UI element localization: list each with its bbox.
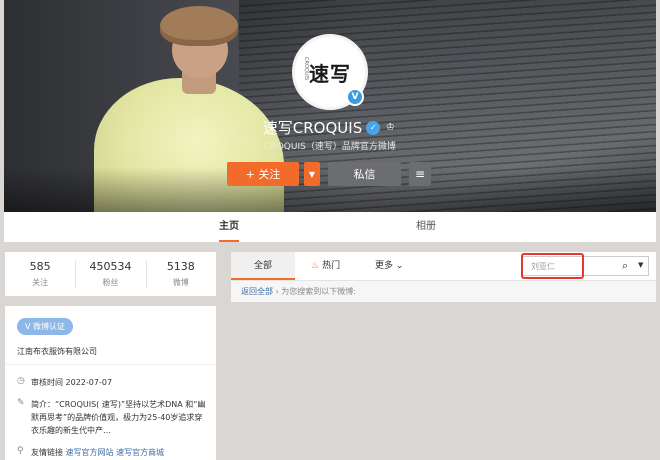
clock-icon: ◷: [17, 376, 25, 386]
stat-followers-label: 粉丝: [102, 278, 119, 287]
links-row: ⚲ 友情链接 速写官方网站 速写官方商城: [17, 446, 209, 459]
feed-tab-hot-label: 热门: [322, 261, 341, 271]
search-highlight-box: [521, 253, 584, 279]
edit-icon: ✎: [17, 398, 25, 408]
verified-badge-icon[interactable]: ✓: [366, 120, 381, 135]
stat-posts-label: 微博: [172, 278, 189, 287]
stat-following-label: 关注: [32, 278, 49, 287]
review-time-row: ◷ 审核时间 2022-07-07: [17, 376, 209, 389]
stat-posts[interactable]: 5138 微博: [145, 252, 216, 296]
stat-followers[interactable]: 450534 粉丝: [75, 252, 145, 296]
verified-icon: V: [346, 88, 364, 106]
profile-name: 速写CROQUIS: [262, 119, 363, 137]
info-divider: [5, 364, 216, 365]
weibo-cert-badge[interactable]: V 微博认证: [17, 318, 74, 335]
cert-label: 微博认证: [33, 322, 66, 331]
stat-following[interactable]: 585 关注: [5, 252, 75, 296]
member-crown-icon[interactable]: ♔: [383, 122, 397, 134]
fire-icon: ♨: [311, 261, 320, 271]
search-result-text: 为您搜索到以下微博:: [281, 287, 356, 296]
follow-button[interactable]: + 关注: [227, 162, 299, 186]
profile-info-card: V 微博认证 江南布衣服饰有限公司 ◷ 审核时间 2022-07-07 ✎ 简介…: [5, 306, 216, 460]
search-dropdown-icon[interactable]: ▼: [638, 261, 643, 269]
feed-tab-more[interactable]: 更多 ⌄: [375, 252, 403, 280]
link-icon: ⚲: [17, 446, 24, 456]
avatar-side-text: CROQUIS: [303, 57, 309, 81]
avatar-logo: 速写: [309, 61, 351, 86]
tab-album[interactable]: 相册: [416, 212, 436, 242]
follow-dropdown-button[interactable]: ▼: [304, 162, 320, 186]
intro-text: 简介：“CROQUIS( 速写)”坚持以艺术DNA 和“幽默再思考”的品牌价值观…: [31, 400, 206, 435]
profile-name-row: 速写CROQUIS ✓ ♔: [0, 117, 660, 138]
profile-description: CROQUIS（速写）品牌官方微博: [264, 142, 396, 152]
links-text: 友情链接 速写官方网站 速写官方商城: [31, 446, 209, 459]
link-official-store[interactable]: 速写官方商城: [116, 448, 164, 457]
back-to-all-link[interactable]: 返回全部: [241, 287, 273, 296]
message-button[interactable]: 私信: [328, 162, 401, 186]
profile-stats: 585 关注 450534 粉丝 5138 微博: [5, 252, 216, 296]
profile-tabs: 主页 相册: [4, 212, 656, 242]
tab-home[interactable]: 主页: [219, 212, 239, 242]
stat-following-value: 585: [29, 260, 51, 273]
more-menu-icon[interactable]: ≡: [409, 162, 431, 186]
feed-tab-more-label: 更多: [375, 261, 394, 271]
link-official-site[interactable]: 速写官方网站: [66, 448, 114, 457]
chevron-down-icon: ⌄: [395, 261, 404, 271]
banner-figure-hat: [160, 6, 238, 46]
intro-row: ✎ 简介：“CROQUIS( 速写)”坚持以艺术DNA 和“幽默再思考”的品牌价…: [17, 398, 209, 437]
cert-v-icon: V: [25, 322, 34, 331]
stat-followers-value: 450534: [89, 260, 132, 273]
feed-tab-hot[interactable]: ♨ 热门: [311, 252, 340, 280]
company-name: 江南布衣服饰有限公司: [17, 347, 97, 356]
search-icon[interactable]: ⌕: [622, 259, 628, 273]
feed-filter-bar: 全部 ♨热门 更多 ⌄ ⌕ ▼: [231, 252, 656, 280]
stat-posts-value: 5138: [166, 260, 195, 273]
search-result-breadcrumb: 返回全部 › 为您搜索到以下微博:: [231, 280, 656, 302]
links-prefix: 友情链接: [31, 448, 63, 457]
feed-tab-all[interactable]: 全部: [231, 252, 295, 280]
review-time: 审核时间 2022-07-07: [31, 378, 113, 387]
